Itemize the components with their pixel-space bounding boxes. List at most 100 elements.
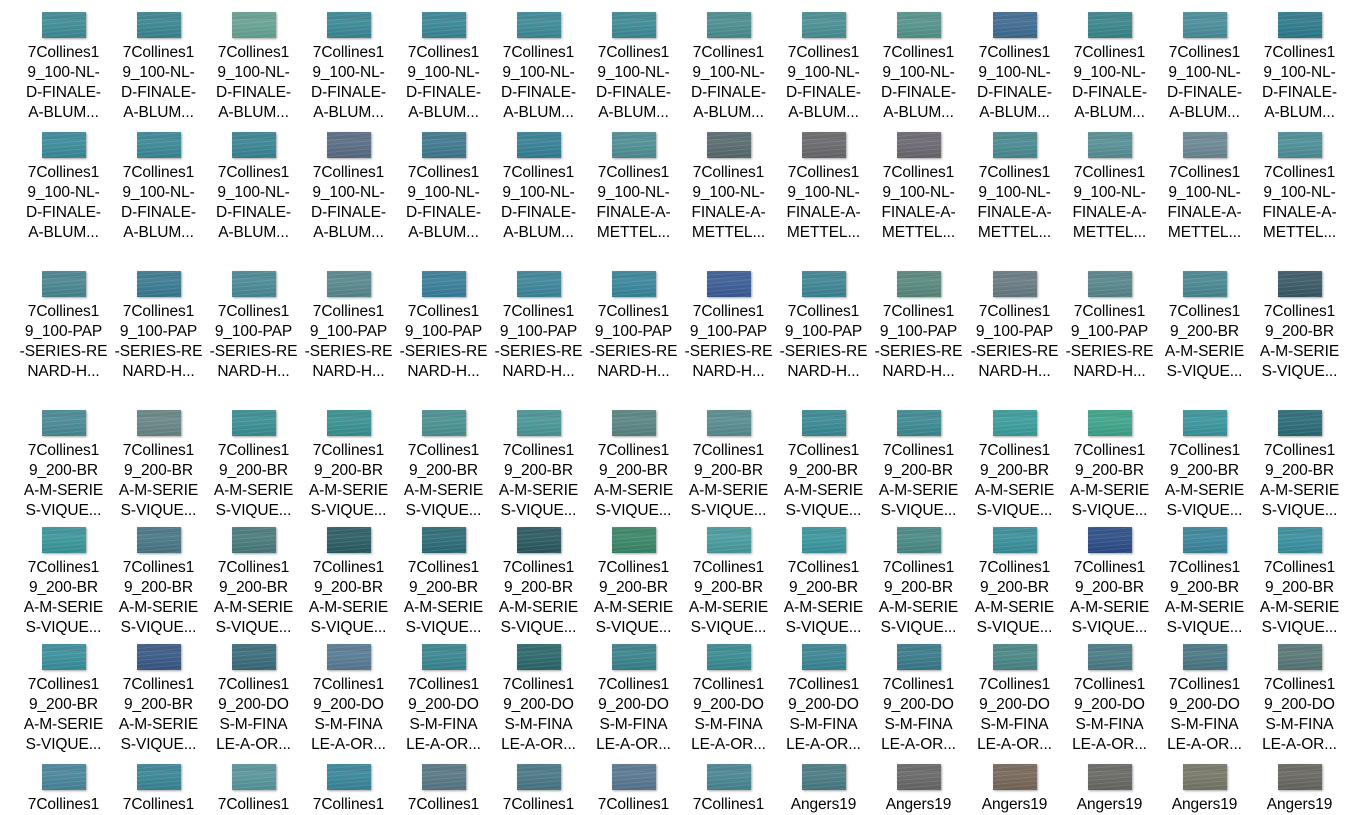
file-item[interactable]: 7Collines1 9_200-BR A-M-SERIE S-VIQUE... [18, 410, 109, 521]
file-item[interactable]: 7Collines1 9_100-NL- D-FINALE- A-BLUM... [303, 132, 394, 243]
file-item[interactable]: 7Collines1 9_100-NL- D-FINALE- A-BLUM... [493, 132, 584, 243]
file-item[interactable]: 7Collines1 9_200-BR A-M-SERIE S-VIQUE... [873, 527, 964, 638]
file-item[interactable]: 7Collines1 9_200-BR A-M-SERIE S-VIQUE... [1254, 410, 1345, 521]
file-item[interactable]: 7Collines1 9_200-DO S-M-FINA LE-A-OR... [588, 644, 679, 755]
file-item[interactable]: 7Collines1 9_100-NL- D-FINALE- A-BLUM... [778, 12, 869, 123]
file-item[interactable]: 7Collines1 9_200-DO S-M-FINA LE-A-OR... [969, 644, 1060, 755]
file-item[interactable]: 7Collines1 [588, 764, 679, 815]
file-item[interactable]: 7Collines1 9_100-NL- D-FINALE- A-BLUM... [1064, 12, 1155, 123]
file-item[interactable]: 7Collines1 9_200-BR A-M-SERIE S-VIQUE... [588, 527, 679, 638]
file-item[interactable]: 7Collines1 9_100-NL- D-FINALE- A-BLUM... [303, 12, 394, 123]
file-item[interactable]: 7Collines1 9_100-NL- D-FINALE- A-BLUM... [113, 12, 204, 123]
file-item[interactable]: 7Collines1 9_100-PAP -SERIES-RE NARD-H..… [683, 271, 774, 382]
file-item[interactable]: 7Collines1 9_200-BR A-M-SERIE S-VIQUE... [1254, 271, 1345, 382]
file-item[interactable]: 7Collines1 9_200-BR A-M-SERIE S-VIQUE... [113, 644, 204, 755]
file-item[interactable]: 7Collines1 9_100-NL- D-FINALE- A-BLUM... [873, 12, 964, 123]
file-item[interactable]: Angers19 [1159, 764, 1250, 815]
file-item[interactable]: 7Collines1 [208, 764, 299, 815]
file-item[interactable]: 7Collines1 9_200-BR A-M-SERIE S-VIQUE... [1254, 527, 1345, 638]
file-item[interactable]: 7Collines1 9_200-DO S-M-FINA LE-A-OR... [1064, 644, 1155, 755]
file-item[interactable]: 7Collines1 9_100-PAP -SERIES-RE NARD-H..… [18, 271, 109, 382]
file-item[interactable]: 7Collines1 [303, 764, 394, 815]
file-item[interactable]: 7Collines1 9_100-PAP -SERIES-RE NARD-H..… [778, 271, 869, 382]
file-item[interactable]: 7Collines1 9_100-PAP -SERIES-RE NARD-H..… [1064, 271, 1155, 382]
file-item[interactable]: 7Collines1 9_200-DO S-M-FINA LE-A-OR... [873, 644, 964, 755]
file-name: 7Collines1 9_200-BR A-M-SERIE S-VIQUE... [23, 559, 104, 636]
file-item[interactable]: 7Collines1 9_200-BR A-M-SERIE S-VIQUE... [1159, 527, 1250, 638]
file-item[interactable]: 7Collines1 9_100-NL- D-FINALE- A-BLUM... [1254, 12, 1345, 123]
file-item[interactable]: 7Collines1 9_200-BR A-M-SERIE S-VIQUE... [1159, 410, 1250, 521]
file-item[interactable]: 7Collines1 9_100-NL- FINALE-A- METTEL... [778, 132, 869, 243]
file-item[interactable]: 7Collines1 9_200-BR A-M-SERIE S-VIQUE... [303, 410, 394, 521]
file-item[interactable]: 7Collines1 9_100-PAP -SERIES-RE NARD-H..… [873, 271, 964, 382]
video-thumbnail [421, 644, 466, 670]
file-item[interactable]: 7Collines1 9_200-BR A-M-SERIE S-VIQUE... [493, 410, 584, 521]
file-item[interactable]: 7Collines1 9_100-NL- D-FINALE- A-BLUM... [969, 12, 1060, 123]
file-item[interactable]: Angers19 [778, 764, 869, 815]
file-item[interactable]: 7Collines1 9_100-NL- D-FINALE- A-BLUM... [398, 12, 489, 123]
file-item[interactable]: 7Collines1 9_200-BR A-M-SERIE S-VIQUE... [873, 410, 964, 521]
file-item[interactable]: 7Collines1 9_100-PAP -SERIES-RE NARD-H..… [588, 271, 679, 382]
file-item[interactable]: 7Collines1 9_100-NL- D-FINALE- A-BLUM... [493, 12, 584, 123]
file-item[interactable]: 7Collines1 9_100-NL- FINALE-A- METTEL... [683, 132, 774, 243]
file-item[interactable]: 7Collines1 9_100-NL- FINALE-A- METTEL... [1254, 132, 1345, 243]
file-item[interactable]: 7Collines1 9_100-NL- FINALE-A- METTEL... [873, 132, 964, 243]
file-item[interactable]: 7Collines1 9_100-NL- D-FINALE- A-BLUM... [113, 132, 204, 243]
file-item[interactable]: 7Collines1 9_200-BR A-M-SERIE S-VIQUE... [113, 527, 204, 638]
file-item[interactable]: 7Collines1 9_200-DO S-M-FINA LE-A-OR... [778, 644, 869, 755]
file-item[interactable]: 7Collines1 [683, 764, 774, 815]
file-item[interactable]: Angers19 [873, 764, 964, 815]
file-item[interactable]: 7Collines1 9_100-PAP -SERIES-RE NARD-H..… [208, 271, 299, 382]
file-item[interactable]: 7Collines1 [18, 764, 109, 815]
file-item[interactable]: 7Collines1 9_200-BR A-M-SERIE S-VIQUE... [18, 644, 109, 755]
file-item[interactable]: 7Collines1 9_100-NL- FINALE-A- METTEL... [1064, 132, 1155, 243]
file-item[interactable]: 7Collines1 9_200-BR A-M-SERIE S-VIQUE... [208, 410, 299, 521]
file-item[interactable]: 7Collines1 9_200-DO S-M-FINA LE-A-OR... [208, 644, 299, 755]
file-item[interactable]: 7Collines1 9_100-NL- FINALE-A- METTEL... [1159, 132, 1250, 243]
file-item[interactable]: 7Collines1 [113, 764, 204, 815]
file-item[interactable]: 7Collines1 9_100-NL- D-FINALE- A-BLUM... [588, 12, 679, 123]
file-item[interactable]: 7Collines1 9_100-NL- D-FINALE- A-BLUM... [683, 12, 774, 123]
file-item[interactable]: 7Collines1 9_200-BR A-M-SERIE S-VIQUE... [398, 527, 489, 638]
file-item[interactable]: 7Collines1 9_200-BR A-M-SERIE S-VIQUE... [969, 527, 1060, 638]
file-item[interactable]: 7Collines1 9_200-DO S-M-FINA LE-A-OR... [398, 644, 489, 755]
file-item[interactable]: 7Collines1 9_100-NL- FINALE-A- METTEL... [588, 132, 679, 243]
file-item[interactable]: 7Collines1 9_200-BR A-M-SERIE S-VIQUE... [303, 527, 394, 638]
file-item[interactable]: 7Collines1 9_200-BR A-M-SERIE S-VIQUE... [208, 527, 299, 638]
file-item[interactable]: 7Collines1 9_100-NL- FINALE-A- METTEL... [969, 132, 1060, 243]
file-item[interactable]: 7Collines1 9_100-NL- D-FINALE- A-BLUM... [208, 12, 299, 123]
file-item[interactable]: 7Collines1 [493, 764, 584, 815]
file-item[interactable]: 7Collines1 [398, 764, 489, 815]
file-item[interactable]: 7Collines1 9_200-BR A-M-SERIE S-VIQUE... [113, 410, 204, 521]
file-item[interactable]: 7Collines1 9_200-BR A-M-SERIE S-VIQUE... [969, 410, 1060, 521]
file-item[interactable]: 7Collines1 9_200-BR A-M-SERIE S-VIQUE... [778, 410, 869, 521]
file-item[interactable]: 7Collines1 9_200-BR A-M-SERIE S-VIQUE... [493, 527, 584, 638]
file-item[interactable]: 7Collines1 9_200-BR A-M-SERIE S-VIQUE... [683, 527, 774, 638]
file-item[interactable]: 7Collines1 9_200-BR A-M-SERIE S-VIQUE... [18, 527, 109, 638]
file-item[interactable]: 7Collines1 9_200-DO S-M-FINA LE-A-OR... [683, 644, 774, 755]
file-item[interactable]: 7Collines1 9_200-DO S-M-FINA LE-A-OR... [493, 644, 584, 755]
file-item[interactable]: 7Collines1 9_200-DO S-M-FINA LE-A-OR... [303, 644, 394, 755]
file-item[interactable]: 7Collines1 9_100-NL- D-FINALE- A-BLUM... [18, 132, 109, 243]
file-item[interactable]: 7Collines1 9_100-NL- D-FINALE- A-BLUM... [208, 132, 299, 243]
file-item[interactable]: 7Collines1 9_200-BR A-M-SERIE S-VIQUE... [1064, 527, 1155, 638]
file-item[interactable]: Angers19 [969, 764, 1060, 815]
file-item[interactable]: 7Collines1 9_100-PAP -SERIES-RE NARD-H..… [969, 271, 1060, 382]
file-item[interactable]: Angers19 [1254, 764, 1345, 815]
file-item[interactable]: 7Collines1 9_200-BR A-M-SERIE S-VIQUE... [398, 410, 489, 521]
file-item[interactable]: 7Collines1 9_100-PAP -SERIES-RE NARD-H..… [113, 271, 204, 382]
file-item[interactable]: 7Collines1 9_100-NL- D-FINALE- A-BLUM... [18, 12, 109, 123]
file-item[interactable]: 7Collines1 9_200-BR A-M-SERIE S-VIQUE... [778, 527, 869, 638]
file-item[interactable]: 7Collines1 9_200-BR A-M-SERIE S-VIQUE... [1064, 410, 1155, 521]
file-item[interactable]: 7Collines1 9_100-NL- D-FINALE- A-BLUM... [398, 132, 489, 243]
file-item[interactable]: 7Collines1 9_100-NL- D-FINALE- A-BLUM... [1159, 12, 1250, 123]
file-item[interactable]: 7Collines1 9_100-PAP -SERIES-RE NARD-H..… [493, 271, 584, 382]
file-item[interactable]: 7Collines1 9_100-PAP -SERIES-RE NARD-H..… [303, 271, 394, 382]
file-item[interactable]: Angers19 [1064, 764, 1155, 815]
file-item[interactable]: 7Collines1 9_100-PAP -SERIES-RE NARD-H..… [398, 271, 489, 382]
file-item[interactable]: 7Collines1 9_200-BR A-M-SERIE S-VIQUE... [1159, 271, 1250, 382]
file-item[interactable]: 7Collines1 9_200-DO S-M-FINA LE-A-OR... [1159, 644, 1250, 755]
file-item[interactable]: 7Collines1 9_200-DO S-M-FINA LE-A-OR... [1254, 644, 1345, 755]
file-item[interactable]: 7Collines1 9_200-BR A-M-SERIE S-VIQUE... [683, 410, 774, 521]
file-item[interactable]: 7Collines1 9_200-BR A-M-SERIE S-VIQUE... [588, 410, 679, 521]
